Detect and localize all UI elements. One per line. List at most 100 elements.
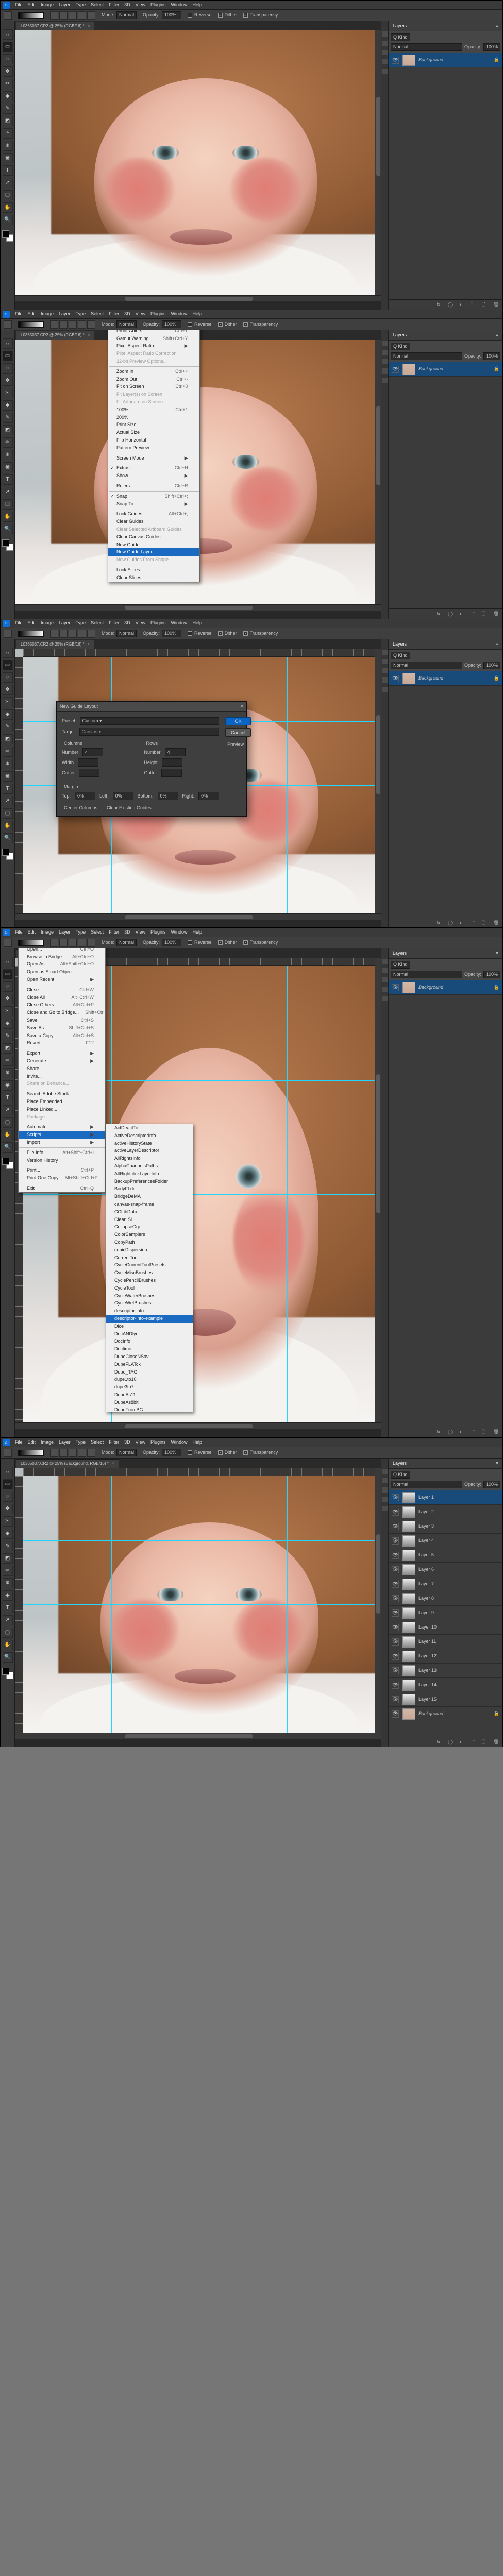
dither-checkbox[interactable] (218, 13, 223, 18)
ok-button[interactable]: OK (225, 717, 251, 725)
visibility-icon[interactable]: 👁 (392, 57, 399, 64)
reverse-checkbox[interactable] (188, 322, 192, 327)
menu-item[interactable]: Open Recent (19, 976, 105, 984)
grad-linear-icon[interactable] (50, 1449, 58, 1457)
menu-item[interactable]: Automate (19, 1123, 105, 1131)
visibility-icon[interactable]: 👁 (392, 1624, 399, 1631)
menu-item[interactable]: Open as Smart Object... (19, 968, 105, 976)
tool-2[interactable]: ◌ (3, 1492, 13, 1502)
menu-item[interactable]: Place Linked... (19, 1106, 105, 1113)
tool-3[interactable]: ✥ (3, 66, 13, 77)
reverse-checkbox[interactable] (188, 13, 192, 18)
script-item[interactable]: cubicDispersion (106, 1246, 193, 1254)
visibility-icon[interactable]: 👁 (392, 675, 399, 682)
menu-item[interactable]: RulersCtrl+R (108, 482, 199, 490)
script-item[interactable]: DupeFLATck (106, 1361, 193, 1368)
scroll-thumb[interactable] (376, 715, 380, 794)
scrollbar-vertical[interactable] (375, 649, 381, 913)
layer-row[interactable]: 👁Layer 7 (389, 1577, 502, 1591)
menu-window[interactable]: Window (171, 2, 188, 8)
ruler-horizontal[interactable] (23, 649, 375, 657)
ruler-vertical[interactable] (15, 1476, 23, 1733)
grad-angle-icon[interactable] (69, 320, 77, 329)
layer-thumb[interactable] (402, 1680, 415, 1691)
doc-tab[interactable]: L0365037.CR2 @ 25% (Background, RGB/16) … (16, 1459, 119, 1468)
script-item[interactable]: BackupPreferencesFolder (106, 1178, 193, 1185)
scroll-thumb[interactable] (376, 97, 380, 176)
tool-0[interactable]: ↔ (3, 1467, 13, 1477)
layer-name[interactable]: Layer 5 (418, 1552, 434, 1558)
tool-13[interactable]: ▢ (3, 190, 13, 200)
mode-value[interactable]: Normal (116, 939, 137, 946)
home-icon[interactable]: ⌂ (3, 311, 10, 318)
scroll-thumb[interactable] (125, 1734, 253, 1738)
blend-mode[interactable]: Normal (391, 662, 462, 669)
menu-file[interactable]: File (15, 311, 23, 317)
tool-8[interactable]: ✑ (3, 1566, 13, 1576)
script-item[interactable]: dupe1to10 (106, 1376, 193, 1383)
menu-item[interactable]: Search Adobe Stock... (19, 1090, 105, 1098)
document-canvas[interactable] (15, 30, 375, 295)
dither-checkbox[interactable] (218, 631, 223, 636)
reverse-checkbox[interactable] (188, 940, 192, 945)
menu-item[interactable]: Print...Ctrl+P (19, 1166, 105, 1174)
layer-row[interactable]: 👁Layer 3 (389, 1519, 502, 1534)
tool-11[interactable]: T (3, 474, 13, 485)
layer-row[interactable]: 👁Background🔒 (389, 53, 502, 67)
tool-9[interactable]: ⊕ (3, 759, 13, 769)
grad-reflected-icon[interactable] (78, 1449, 86, 1457)
menu-view[interactable]: View (136, 620, 145, 626)
layer-name[interactable]: Layer 2 (418, 1509, 434, 1515)
fx-icon[interactable]: fx (437, 920, 443, 926)
menu-item[interactable]: Import (19, 1139, 105, 1146)
layer-name[interactable]: Layer 14 (418, 1682, 437, 1688)
new-layer-icon[interactable]: 🗋 (482, 611, 488, 617)
script-item[interactable]: AllRightsInfo (106, 1155, 193, 1162)
tool-3[interactable]: ✥ (3, 685, 13, 695)
menu-help[interactable]: Help (193, 311, 203, 317)
margin-right-input[interactable] (198, 792, 219, 800)
tool-13[interactable]: ▢ (3, 499, 13, 510)
menu-item[interactable]: Gamut WarningShift+Ctrl+Y (108, 335, 199, 343)
layer-name-bg[interactable]: Background (418, 985, 443, 990)
menu-3d[interactable]: 3D (124, 2, 130, 8)
tool-15[interactable]: 🔍 (3, 1652, 13, 1663)
menu-filter[interactable]: Filter (109, 311, 119, 317)
adj-icon[interactable]: ◐ (459, 611, 465, 617)
menu-plugins[interactable]: Plugins (150, 2, 166, 8)
layer-thumb[interactable] (402, 1708, 415, 1720)
grad-radial-icon[interactable] (59, 939, 68, 947)
tool-4[interactable]: ✂ (3, 1006, 13, 1016)
script-item[interactable]: AltRightclickLayerInfo (106, 1170, 193, 1178)
menu-layer[interactable]: Layer (59, 311, 71, 317)
blend-mode[interactable]: Normal (391, 352, 462, 360)
tool-14[interactable]: ✋ (3, 512, 13, 522)
menu-item[interactable]: New Guide... (108, 541, 199, 549)
opacity-value[interactable]: 100% (162, 630, 181, 637)
new-layer-icon[interactable]: 🗋 (482, 920, 488, 926)
menu-type[interactable]: Type (76, 1439, 86, 1445)
gradient-preview[interactable] (18, 321, 44, 328)
menu-item[interactable]: 100%Ctrl+1 (108, 406, 199, 414)
menu-item[interactable]: Clear Guides (108, 518, 199, 526)
doc-tab[interactable]: L0365037.CR2 @ 25% (RGB/16) *× (16, 640, 94, 649)
visibility-icon[interactable]: 👁 (392, 1595, 399, 1602)
close-tab-icon[interactable]: × (88, 333, 90, 338)
menu-type[interactable]: Type (76, 311, 86, 317)
grad-angle-icon[interactable] (69, 630, 77, 638)
layer-name-bg[interactable]: Background (418, 1711, 443, 1717)
menu-item[interactable]: Lock GuidesAlt+Ctrl+; (108, 510, 199, 518)
tool-2[interactable]: ◌ (3, 672, 13, 683)
menu-filter[interactable]: Filter (109, 929, 119, 935)
guide-h[interactable] (23, 1604, 375, 1605)
layer-filter-kind[interactable]: Q Kind (391, 652, 410, 659)
layer-row[interactable]: 👁Layer 4 (389, 1534, 502, 1548)
menu-item[interactable]: Share... (19, 1065, 105, 1073)
grad-radial-icon[interactable] (59, 1449, 68, 1457)
menu-item[interactable]: SaveCtrl+S (19, 1016, 105, 1024)
layer-name[interactable]: Layer 1 (418, 1495, 434, 1500)
script-item[interactable]: Clean Sl (106, 1216, 193, 1224)
layer-name[interactable]: Layer 6 (418, 1567, 434, 1572)
layer-thumb[interactable] (402, 1607, 415, 1619)
grad-radial-icon[interactable] (59, 320, 68, 329)
